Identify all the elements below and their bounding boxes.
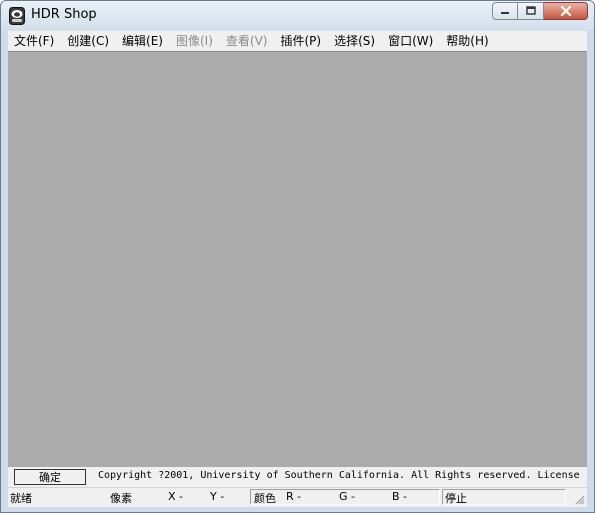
menu-view[interactable]: 查看(V) [220, 31, 274, 51]
mdi-client-area[interactable] [8, 51, 587, 467]
menu-create[interactable]: 创建(C) [61, 31, 115, 51]
status-y-value: Y - [210, 490, 225, 503]
hdr-shop-app-icon[interactable] [9, 7, 25, 25]
maximize-button[interactable] [518, 2, 544, 20]
status-bar: 就绪 像素 X - Y - 颜色 R - G - B - 停止 [8, 487, 587, 507]
close-icon [560, 6, 571, 16]
ok-button[interactable]: 确定 [14, 469, 86, 485]
minimize-icon [501, 12, 509, 14]
minimize-button[interactable] [492, 2, 518, 20]
caption-buttons [492, 2, 588, 20]
maximize-icon [525, 6, 536, 15]
window-title: HDR Shop [31, 7, 97, 22]
menu-select[interactable]: 选择(S) [328, 31, 381, 51]
menu-plugins[interactable]: 插件(P) [274, 31, 327, 51]
status-color-label: 颜色 [254, 492, 276, 505]
resize-grip-icon[interactable] [573, 493, 585, 505]
status-pixel-label: 像素 [110, 492, 132, 505]
status-x-value: X - [168, 490, 184, 503]
app-window: HDR Shop 文件(F) 创建(C) 编辑(E) 图像(I) 查看(V) 插… [0, 0, 595, 513]
status-r-value: R - [286, 490, 302, 503]
menu-window[interactable]: 窗口(W) [382, 31, 439, 51]
title-bar[interactable]: HDR Shop [1, 1, 594, 31]
menu-help[interactable]: 帮助(H) [440, 31, 494, 51]
status-ready: 就绪 [10, 492, 32, 505]
menu-edit[interactable]: 编辑(E) [116, 31, 169, 51]
menu-bar: 文件(F) 创建(C) 编辑(E) 图像(I) 查看(V) 插件(P) 选择(S… [8, 31, 587, 51]
menu-file[interactable]: 文件(F) [8, 31, 60, 51]
copyright-text: Copyright ?2001, University of Southern … [98, 470, 580, 481]
status-stop: 停止 [445, 492, 467, 505]
info-bar: 确定 Copyright ?2001, University of Southe… [8, 467, 587, 487]
close-button[interactable] [544, 2, 588, 20]
menu-image[interactable]: 图像(I) [170, 31, 219, 51]
status-g-value: G - [339, 490, 355, 503]
status-b-value: B - [392, 490, 408, 503]
